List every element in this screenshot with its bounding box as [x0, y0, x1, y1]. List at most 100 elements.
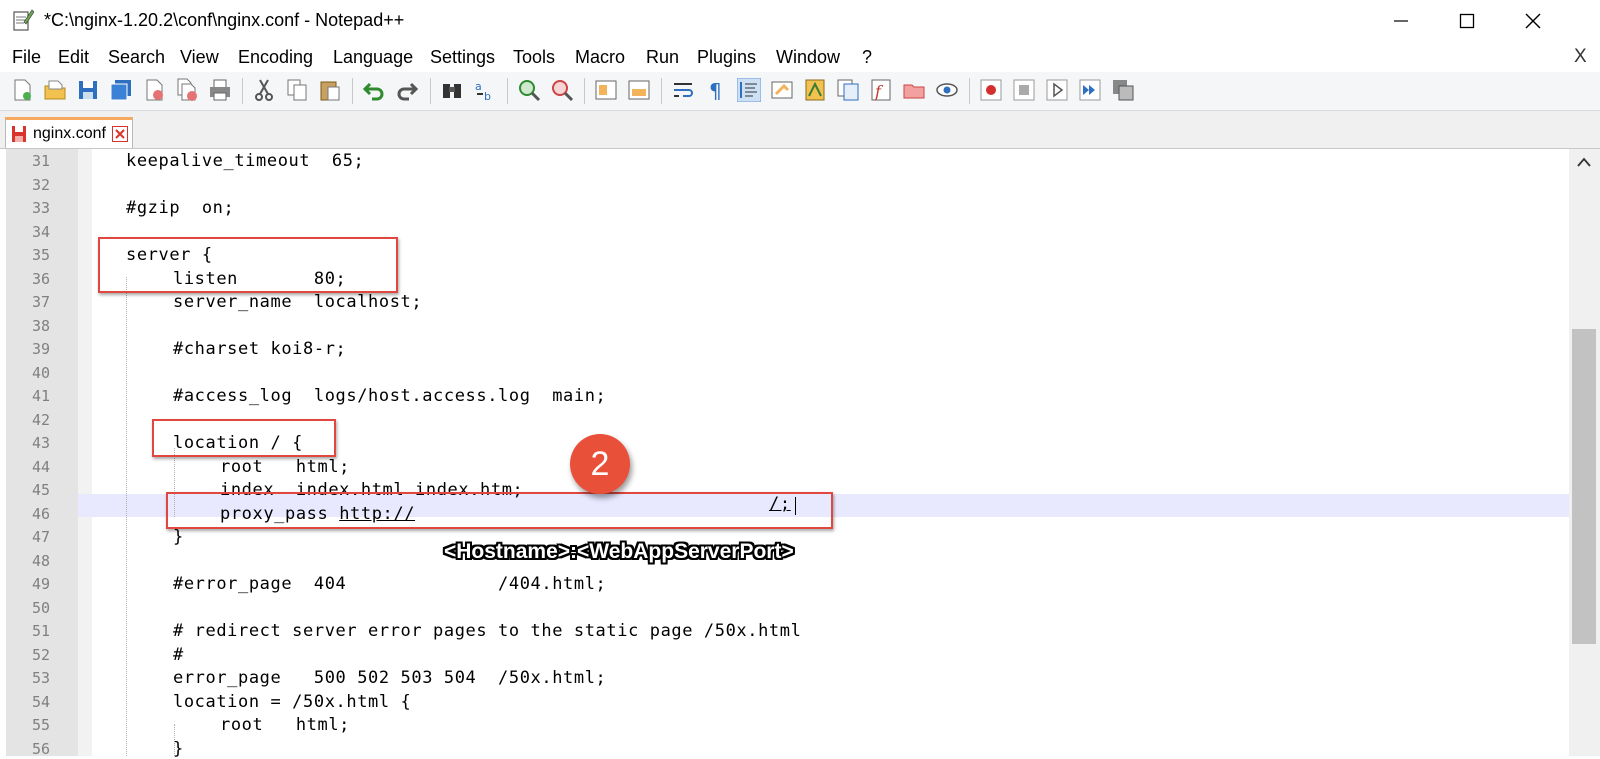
- step-number-badge: 2: [570, 434, 630, 494]
- hostname-port-callout: <Hostname>:<WebAppServerPort>: [444, 540, 794, 563]
- vertical-scrollbar[interactable]: [1569, 149, 1600, 756]
- menu-encoding[interactable]: Encoding: [238, 47, 313, 68]
- fold-margin: [78, 149, 92, 756]
- highlight-box-proxy-pass: [166, 492, 833, 529]
- title-bar: *C:\nginx-1.20.2\conf\nginx.conf - Notep…: [0, 0, 1600, 42]
- function-list-icon[interactable]: f: [869, 78, 893, 102]
- doc-list-icon[interactable]: [836, 78, 860, 102]
- svg-text:b: b: [484, 90, 491, 102]
- word-wrap-icon[interactable]: [671, 78, 695, 102]
- toolbar-separator: [352, 78, 353, 104]
- code-line: #charset koi8-r;: [173, 339, 347, 359]
- code-line: #: [173, 644, 184, 665]
- save-icon[interactable]: [76, 78, 100, 102]
- close-icon: [1525, 13, 1541, 29]
- close-document-button[interactable]: X: [1574, 46, 1587, 68]
- new-file-icon[interactable]: [10, 78, 34, 102]
- folder-workspace-icon[interactable]: [902, 78, 926, 102]
- line-number: 35: [31, 246, 50, 264]
- line-number: 36: [31, 269, 50, 288]
- code-line: keepalive_timeout 65;: [126, 151, 365, 171]
- line-number: 48: [31, 551, 50, 570]
- close-tab-icon[interactable]: [112, 126, 128, 142]
- line-number: 54: [31, 692, 50, 711]
- save-all-icon[interactable]: [109, 78, 133, 102]
- toolbar-separator: [507, 78, 508, 104]
- scroll-up-arrow-icon[interactable]: [1577, 157, 1591, 167]
- print-icon[interactable]: [208, 78, 232, 102]
- close-all-icon[interactable]: [175, 78, 199, 102]
- window-title: *C:\nginx-1.20.2\conf\nginx.conf - Notep…: [44, 10, 405, 30]
- menu-plugins[interactable]: Plugins: [697, 47, 756, 68]
- code-line: #access_log logs/host.access.log main;: [173, 386, 607, 406]
- code-line: server_name localhost;: [173, 292, 423, 312]
- scrollbar-thumb[interactable]: [1572, 329, 1596, 644]
- monitoring-icon[interactable]: [935, 78, 959, 102]
- tab-label: nginx.conf: [33, 125, 106, 142]
- code-editor[interactable]: 31 keepalive_timeout 65; 32 33 #gzip on; 34 35…: [0, 149, 1600, 759]
- toolbar-separator: [969, 78, 970, 104]
- close-window-button[interactable]: [1510, 4, 1556, 38]
- menu-run[interactable]: Run: [646, 47, 679, 68]
- toolbar-separator: [242, 78, 243, 104]
- line-number: 56: [31, 739, 50, 758]
- save-macro-icon[interactable]: [1111, 78, 1135, 102]
- run-macro-multiple-icon[interactable]: [1078, 78, 1102, 102]
- menu-help[interactable]: ?: [862, 47, 872, 68]
- code-line: }: [173, 527, 184, 547]
- menu-view[interactable]: View: [180, 47, 219, 68]
- code-line: #gzip on;: [126, 198, 235, 218]
- menu-bar: File Edit Search View Encoding Language …: [0, 42, 1600, 72]
- zoom-in-icon[interactable]: [517, 78, 541, 102]
- code-line: root html;: [220, 456, 351, 477]
- copy-icon[interactable]: [285, 78, 309, 102]
- paste-icon[interactable]: [318, 78, 342, 102]
- record-macro-icon[interactable]: [979, 78, 1003, 102]
- show-all-chars-icon[interactable]: ¶: [704, 78, 728, 102]
- sync-vertical-icon[interactable]: [594, 78, 618, 102]
- undo-icon[interactable]: [362, 78, 386, 102]
- line-number: 31: [31, 152, 50, 170]
- line-number: 37: [31, 293, 50, 311]
- sync-horizontal-icon[interactable]: [627, 78, 651, 102]
- line-number: 49: [31, 575, 50, 593]
- tab-bar: nginx.conf: [0, 111, 1600, 149]
- line-number: 32: [31, 175, 50, 194]
- cut-icon[interactable]: [252, 78, 276, 102]
- udl-icon[interactable]: [770, 78, 794, 102]
- close-icon[interactable]: [142, 78, 166, 102]
- line-number: 45: [31, 481, 50, 499]
- maximize-icon: [1459, 13, 1475, 29]
- open-file-icon[interactable]: [43, 78, 67, 102]
- indent-guide: [126, 277, 127, 756]
- unsaved-file-icon: [12, 126, 26, 142]
- code-line: location = /50x.html {: [173, 691, 412, 712]
- replace-icon[interactable]: ab: [473, 78, 497, 102]
- code-line: root html;: [220, 715, 351, 735]
- maximize-button[interactable]: [1444, 4, 1490, 38]
- svg-text:¶: ¶: [709, 79, 722, 102]
- menu-macro[interactable]: Macro: [575, 47, 625, 68]
- line-number: 52: [31, 645, 50, 664]
- menu-language[interactable]: Language: [333, 47, 413, 68]
- indent-guide-icon[interactable]: [737, 78, 761, 102]
- highlight-box-location: [152, 419, 336, 457]
- line-number: 47: [31, 528, 50, 546]
- doc-map-icon[interactable]: [803, 78, 827, 102]
- menu-file[interactable]: File: [12, 47, 41, 68]
- menu-window[interactable]: Window: [776, 47, 840, 68]
- line-number: 40: [31, 363, 50, 382]
- zoom-out-icon[interactable]: [550, 78, 574, 102]
- notepad-plus-plus-icon: [13, 9, 34, 31]
- tab-nginx-conf[interactable]: nginx.conf: [5, 117, 133, 148]
- redo-icon[interactable]: [395, 78, 419, 102]
- menu-edit[interactable]: Edit: [58, 47, 89, 68]
- menu-tools[interactable]: Tools: [513, 47, 555, 68]
- menu-search[interactable]: Search: [108, 47, 165, 68]
- find-icon[interactable]: [440, 78, 464, 102]
- toolbar: ab ¶ f: [0, 72, 1600, 111]
- menu-settings[interactable]: Settings: [430, 47, 495, 68]
- minimize-button[interactable]: [1378, 4, 1424, 38]
- stop-record-icon[interactable]: [1012, 78, 1036, 102]
- play-macro-icon[interactable]: [1045, 78, 1069, 102]
